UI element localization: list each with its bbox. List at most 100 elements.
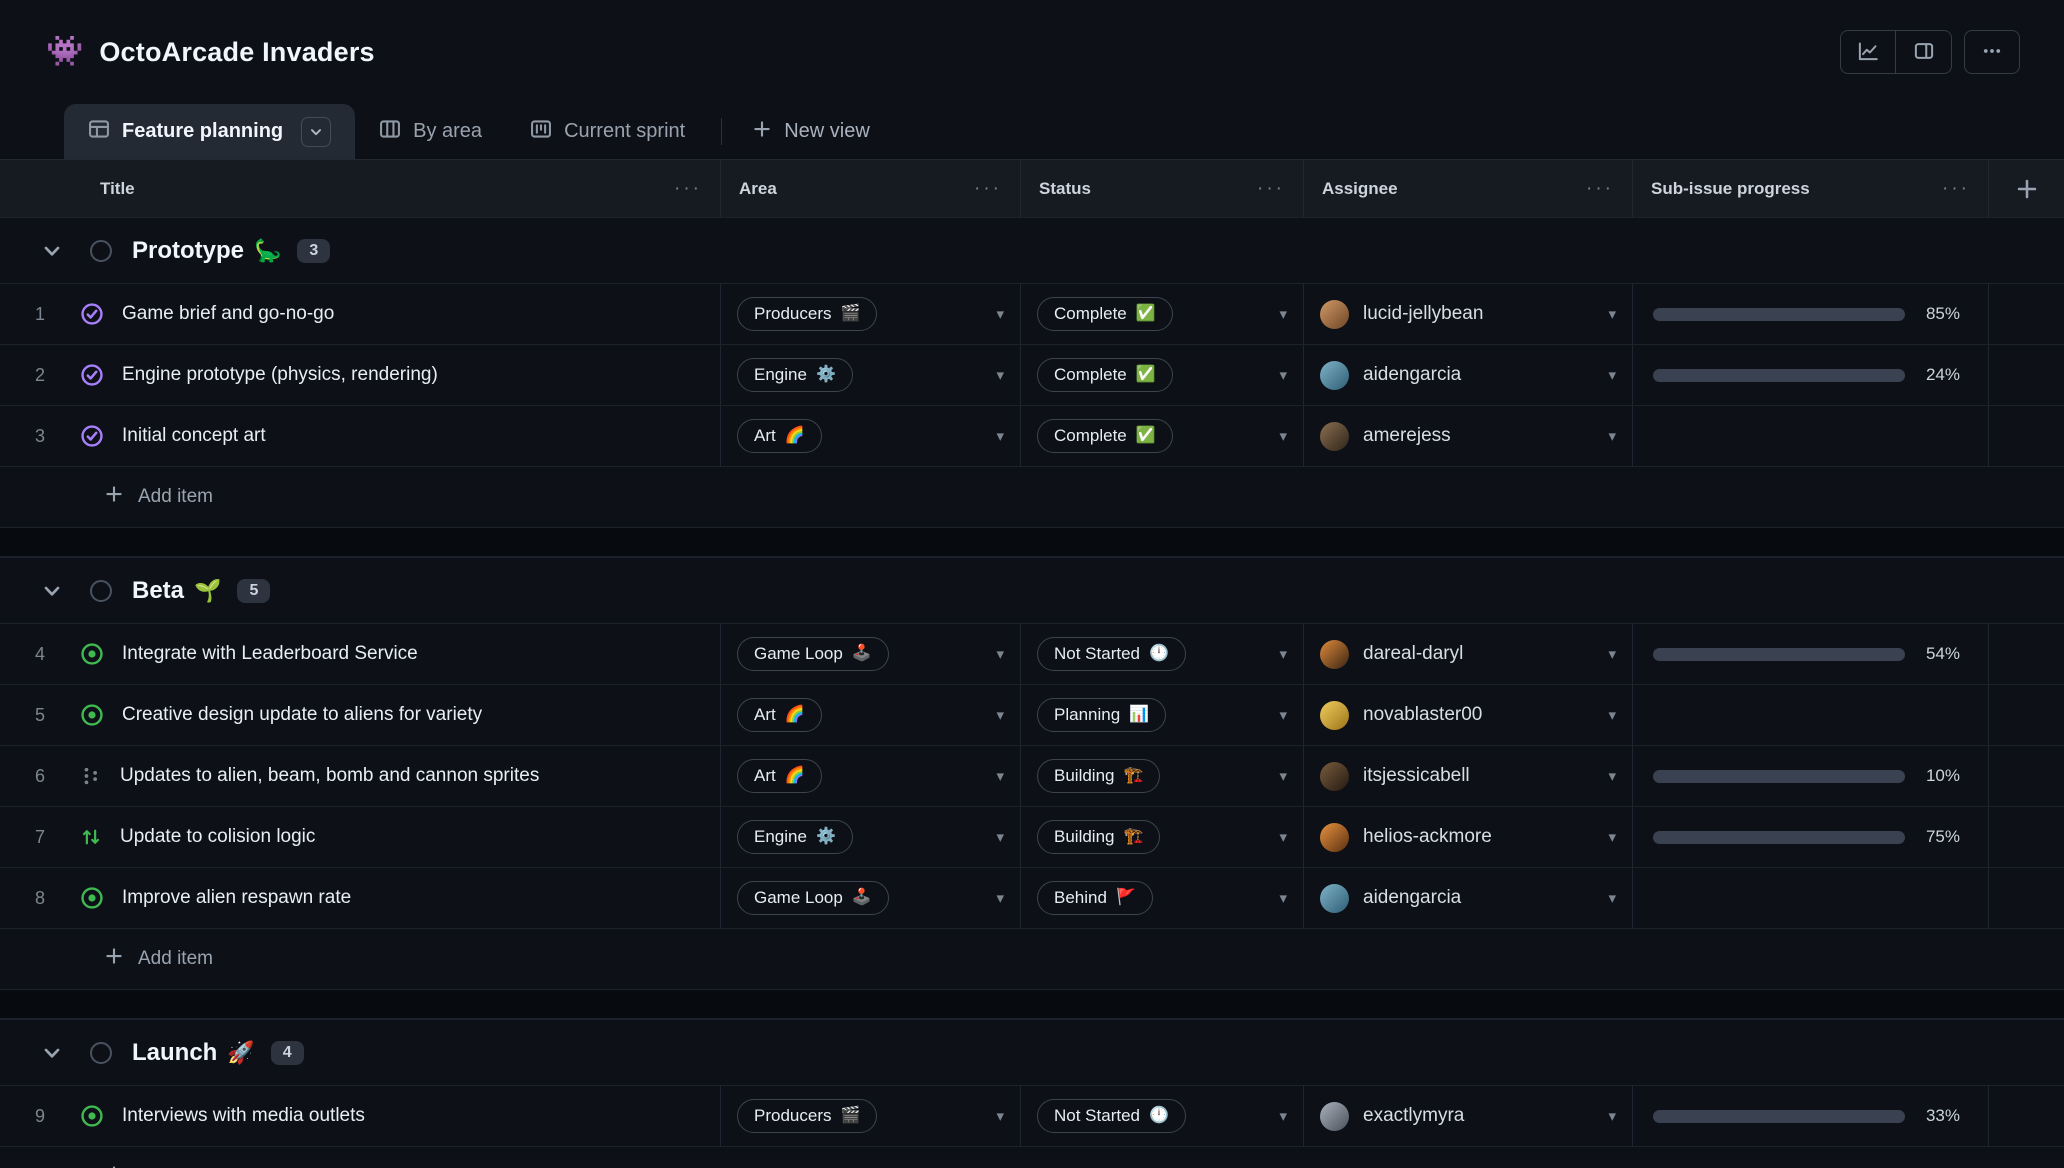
status-pill[interactable]: Behind🚩 xyxy=(1037,881,1153,915)
status-dropdown-caret-icon[interactable]: ▾ xyxy=(1279,828,1287,846)
area-dropdown-caret-icon[interactable]: ▾ xyxy=(996,366,1004,384)
status-dropdown-caret-icon[interactable]: ▾ xyxy=(1279,645,1287,663)
status-dropdown-caret-icon[interactable]: ▾ xyxy=(1279,427,1287,445)
area-cell[interactable]: Art🌈 ▾ xyxy=(720,746,1020,806)
issue-title-link[interactable]: Integrate with Leaderboard Service xyxy=(122,643,418,665)
assignee-cell[interactable]: exactlymyra▾ xyxy=(1303,1086,1632,1146)
status-dropdown-caret-icon[interactable]: ▾ xyxy=(1279,366,1287,384)
more-options-button[interactable] xyxy=(1964,30,2020,74)
add-item-button[interactable]: Add item xyxy=(0,1146,2064,1168)
insights-button[interactable] xyxy=(1840,30,1896,74)
status-dropdown-caret-icon[interactable]: ▾ xyxy=(1279,1107,1287,1125)
area-cell[interactable]: Game Loop🕹️ ▾ xyxy=(720,624,1020,684)
assignee-dropdown-caret-icon[interactable]: ▾ xyxy=(1608,305,1616,323)
area-pill[interactable]: Engine⚙️ xyxy=(737,820,853,854)
add-item-button[interactable]: Add item xyxy=(0,928,2064,989)
column-menu-button[interactable]: ··· xyxy=(1586,178,1614,200)
status-cell[interactable]: Planning📊 ▾ xyxy=(1020,685,1303,745)
issue-title-link[interactable]: Improve alien respawn rate xyxy=(122,887,351,909)
status-dropdown-caret-icon[interactable]: ▾ xyxy=(1279,305,1287,323)
area-cell[interactable]: Game Loop🕹️ ▾ xyxy=(720,868,1020,928)
area-pill[interactable]: Art🌈 xyxy=(737,698,822,732)
status-cell[interactable]: Building🏗️ ▾ xyxy=(1020,746,1303,806)
assignee-dropdown-caret-icon[interactable]: ▾ xyxy=(1608,1107,1616,1125)
status-cell[interactable]: Complete✅ ▾ xyxy=(1020,345,1303,405)
area-dropdown-caret-icon[interactable]: ▾ xyxy=(996,706,1004,724)
area-pill[interactable]: Art🌈 xyxy=(737,759,822,793)
assignee-cell[interactable]: amerejess▾ xyxy=(1303,406,1632,466)
side-panel-button[interactable] xyxy=(1896,30,1952,74)
area-cell[interactable]: Art🌈 ▾ xyxy=(720,406,1020,466)
area-dropdown-caret-icon[interactable]: ▾ xyxy=(996,645,1004,663)
status-pill[interactable]: Complete✅ xyxy=(1037,419,1173,453)
status-pill[interactable]: Building🏗️ xyxy=(1037,759,1160,793)
assignee-cell[interactable]: aidengarcia▾ xyxy=(1303,345,1632,405)
status-dropdown-caret-icon[interactable]: ▾ xyxy=(1279,889,1287,907)
assignee-dropdown-caret-icon[interactable]: ▾ xyxy=(1608,767,1616,785)
issue-title-link[interactable]: Updates to alien, beam, bomb and cannon … xyxy=(120,765,539,787)
column-menu-button[interactable]: ··· xyxy=(974,178,1002,200)
issue-title-link[interactable]: Interviews with media outlets xyxy=(122,1105,365,1127)
group-collapse-chevron-icon[interactable] xyxy=(40,579,66,603)
area-cell[interactable]: Producers🎬 ▾ xyxy=(720,1086,1020,1146)
area-pill[interactable]: Game Loop🕹️ xyxy=(737,881,889,915)
status-pill[interactable]: Planning📊 xyxy=(1037,698,1166,732)
status-pill[interactable]: Not Started🕛 xyxy=(1037,637,1186,671)
tab-feature-planning[interactable]: Feature planning xyxy=(64,104,355,159)
area-cell[interactable]: Engine⚙️ ▾ xyxy=(720,807,1020,867)
area-dropdown-caret-icon[interactable]: ▾ xyxy=(996,828,1004,846)
assignee-dropdown-caret-icon[interactable]: ▾ xyxy=(1608,366,1616,384)
assignee-dropdown-caret-icon[interactable]: ▾ xyxy=(1608,828,1616,846)
status-dropdown-caret-icon[interactable]: ▾ xyxy=(1279,767,1287,785)
area-dropdown-caret-icon[interactable]: ▾ xyxy=(996,767,1004,785)
group-select-circle[interactable] xyxy=(90,1042,112,1064)
assignee-dropdown-caret-icon[interactable]: ▾ xyxy=(1608,645,1616,663)
status-pill[interactable]: Not Started🕛 xyxy=(1037,1099,1186,1133)
status-pill[interactable]: Building🏗️ xyxy=(1037,820,1160,854)
assignee-cell[interactable]: novablaster00▾ xyxy=(1303,685,1632,745)
assignee-cell[interactable]: itsjessicabell▾ xyxy=(1303,746,1632,806)
status-cell[interactable]: Complete✅ ▾ xyxy=(1020,406,1303,466)
group-select-circle[interactable] xyxy=(90,240,112,262)
assignee-cell[interactable]: lucid-jellybean▾ xyxy=(1303,284,1632,344)
column-menu-button[interactable]: ··· xyxy=(1942,178,1970,200)
status-dropdown-caret-icon[interactable]: ▾ xyxy=(1279,706,1287,724)
issue-title-link[interactable]: Update to colision logic xyxy=(120,826,315,848)
area-pill[interactable]: Engine⚙️ xyxy=(737,358,853,392)
status-cell[interactable]: Building🏗️ ▾ xyxy=(1020,807,1303,867)
assignee-cell[interactable]: helios-ackmore▾ xyxy=(1303,807,1632,867)
area-dropdown-caret-icon[interactable]: ▾ xyxy=(996,889,1004,907)
area-pill[interactable]: Game Loop🕹️ xyxy=(737,637,889,671)
group-collapse-chevron-icon[interactable] xyxy=(40,1041,66,1065)
column-menu-button[interactable]: ··· xyxy=(1257,178,1285,200)
add-item-button[interactable]: Add item xyxy=(0,466,2064,527)
area-dropdown-caret-icon[interactable]: ▾ xyxy=(996,427,1004,445)
issue-title-link[interactable]: Creative design update to aliens for var… xyxy=(122,704,482,726)
assignee-dropdown-caret-icon[interactable]: ▾ xyxy=(1608,706,1616,724)
tab-current-sprint[interactable]: Current sprint xyxy=(506,104,709,159)
group-collapse-chevron-icon[interactable] xyxy=(40,239,66,263)
status-cell[interactable]: Not Started🕛 ▾ xyxy=(1020,624,1303,684)
area-cell[interactable]: Engine⚙️ ▾ xyxy=(720,345,1020,405)
assignee-cell[interactable]: dareal-daryl▾ xyxy=(1303,624,1632,684)
status-cell[interactable]: Complete✅ ▾ xyxy=(1020,284,1303,344)
issue-title-link[interactable]: Game brief and go-no-go xyxy=(122,303,334,325)
tab-by-area[interactable]: By area xyxy=(355,104,506,159)
area-cell[interactable]: Producers🎬 ▾ xyxy=(720,284,1020,344)
add-column-button[interactable] xyxy=(1988,160,2064,217)
area-dropdown-caret-icon[interactable]: ▾ xyxy=(996,305,1004,323)
column-menu-button[interactable]: ··· xyxy=(674,178,702,200)
area-pill[interactable]: Producers🎬 xyxy=(737,297,877,331)
status-cell[interactable]: Behind🚩 ▾ xyxy=(1020,868,1303,928)
status-cell[interactable]: Not Started🕛 ▾ xyxy=(1020,1086,1303,1146)
assignee-dropdown-caret-icon[interactable]: ▾ xyxy=(1608,889,1616,907)
assignee-cell[interactable]: aidengarcia▾ xyxy=(1303,868,1632,928)
issue-title-link[interactable]: Initial concept art xyxy=(122,425,266,447)
area-dropdown-caret-icon[interactable]: ▾ xyxy=(996,1107,1004,1125)
status-pill[interactable]: Complete✅ xyxy=(1037,358,1173,392)
issue-title-link[interactable]: Engine prototype (physics, rendering) xyxy=(122,364,438,386)
area-pill[interactable]: Producers🎬 xyxy=(737,1099,877,1133)
status-pill[interactable]: Complete✅ xyxy=(1037,297,1173,331)
view-options-caret[interactable] xyxy=(301,117,331,147)
area-pill[interactable]: Art🌈 xyxy=(737,419,822,453)
